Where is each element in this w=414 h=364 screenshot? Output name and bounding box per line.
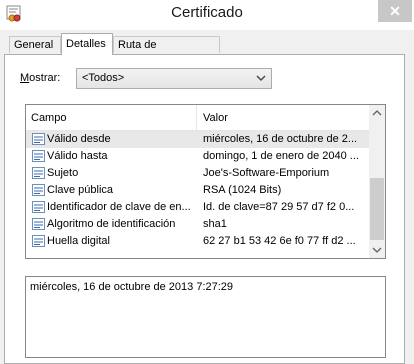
field-icon	[32, 167, 45, 179]
field-value: domingo, 1 de enero de 2040 ...	[203, 150, 359, 162]
field-name: Huella digital	[47, 235, 110, 247]
tab-detalles[interactable]: Detalles	[61, 33, 113, 55]
list-item[interactable]: Válido hasta domingo, 1 de enero de 2040…	[26, 148, 369, 165]
field-value: Id. de clave=87 29 57 d7 f2 0...	[203, 201, 355, 213]
field-name: Algoritmo de identificación	[47, 218, 176, 230]
chevron-down-icon	[256, 75, 266, 81]
title-bar: Certificado ✕	[0, 0, 414, 30]
filter-select[interactable]: <Todos>	[76, 68, 272, 89]
window-title: Certificado	[171, 4, 243, 21]
tab-strip: General Detalles Ruta de certificación	[0, 30, 414, 68]
list-item[interactable]: Válido desde miércoles, 16 de octubre de…	[26, 131, 369, 148]
list-header: Campo Valor	[26, 105, 369, 131]
list-item[interactable]: Algoritmo de identificación sha1	[26, 216, 369, 233]
field-detail-box[interactable]: miércoles, 16 de octubre de 2013 7:27:29	[25, 276, 386, 358]
list-item[interactable]: Huella digital 62 27 b1 53 42 6e f0 77 f…	[26, 233, 369, 250]
field-icon	[32, 150, 45, 162]
tab-general[interactable]: General	[9, 36, 61, 53]
field-icon	[32, 184, 45, 196]
field-value: RSA (1024 Bits)	[203, 184, 282, 196]
scrollbar-thumb[interactable]	[370, 178, 384, 240]
scroll-down-icon[interactable]	[369, 242, 385, 258]
field-value: miércoles, 16 de octubre de 2...	[203, 133, 358, 145]
field-value: sha1	[203, 218, 227, 230]
list-item[interactable]: Identificador de clave de en... Id. de c…	[26, 199, 369, 216]
list-item[interactable]: Sujeto Joe's-Software-Emporium	[26, 165, 369, 182]
field-icon	[32, 218, 45, 230]
vertical-scrollbar[interactable]	[369, 105, 385, 258]
column-divider[interactable]	[196, 105, 197, 130]
field-detail-text: miércoles, 16 de octubre de 2013 7:27:29	[30, 281, 234, 293]
field-value: Joe's-Software-Emporium	[203, 167, 330, 179]
field-name: Identificador de clave de en...	[47, 201, 191, 213]
field-name: Válido desde	[47, 133, 111, 145]
close-button[interactable]: ✕	[378, 0, 412, 22]
field-icon	[32, 201, 45, 213]
scroll-up-icon[interactable]	[369, 105, 385, 121]
field-name: Sujeto	[47, 167, 79, 179]
field-icon	[32, 235, 45, 247]
list-item[interactable]: Clave pública RSA (1024 Bits)	[26, 182, 369, 199]
fields-list[interactable]: Campo Valor Válido desde miércoles, 16 d…	[25, 104, 386, 259]
filter-label: Mostrar:	[20, 72, 61, 84]
filter-selected-value: <Todos>	[82, 72, 125, 84]
column-header-value[interactable]: Valor	[203, 112, 228, 124]
tab-ruta-certificacion[interactable]: Ruta de certificación	[113, 36, 220, 68]
field-icon	[32, 133, 45, 145]
field-value: 62 27 b1 53 42 6e f0 77 ff d2 ...	[203, 235, 356, 247]
field-name: Válido hasta	[47, 150, 108, 162]
column-header-field[interactable]: Campo	[31, 112, 66, 124]
field-name: Clave pública	[47, 184, 114, 196]
